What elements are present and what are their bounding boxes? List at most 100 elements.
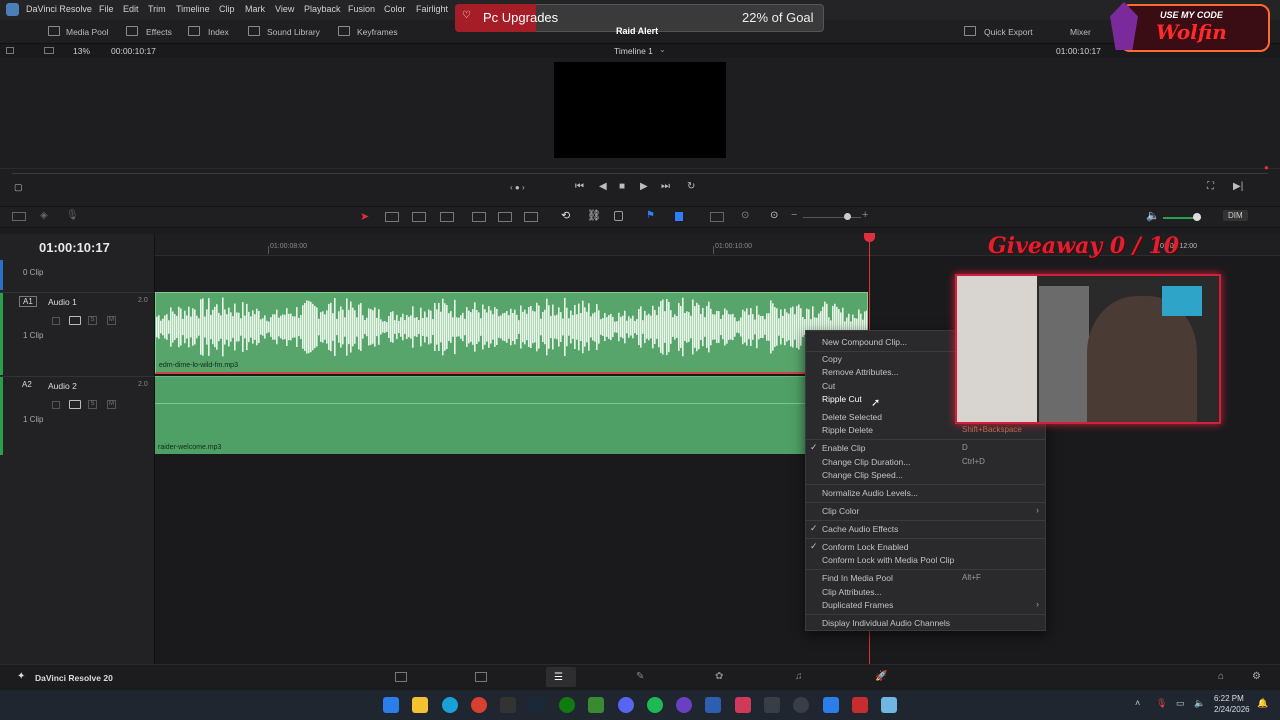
media-page-icon[interactable] xyxy=(395,672,407,682)
settings-gear-icon[interactable]: ⚙ xyxy=(1252,671,1261,682)
step-back-icon[interactable]: ◀ xyxy=(599,181,607,192)
effects-button[interactable]: Effects xyxy=(146,27,172,37)
windows-start-icon[interactable] xyxy=(383,697,399,713)
vivaldi-icon[interactable] xyxy=(471,697,487,713)
scrubber-track[interactable] xyxy=(12,173,1268,174)
clock-date[interactable]: 2/24/2026 xyxy=(1214,705,1250,714)
next-edit-icon[interactable]: ▶| xyxy=(1233,181,1243,192)
custom-zoom-icon[interactable]: ⊙ xyxy=(770,210,778,221)
track-a2-lock-icon[interactable] xyxy=(52,401,60,409)
notification-bell-icon[interactable]: 🔔 xyxy=(1257,698,1268,709)
microphone-icon[interactable]: 🎙 xyxy=(66,210,79,221)
mixer-button[interactable]: Mixer xyxy=(1070,27,1091,37)
audio-clip-a1[interactable]: edm-dime-lo-wild-fm.mp3 xyxy=(155,292,868,374)
fusion-page-icon[interactable]: ✎ xyxy=(636,671,644,682)
terminal-icon[interactable] xyxy=(500,697,516,713)
app-icon[interactable] xyxy=(852,697,868,713)
menu-item-remove-attributes[interactable]: Remove Attributes... xyxy=(822,367,899,377)
app-icon[interactable] xyxy=(735,697,751,713)
menu-mark[interactable]: Mark xyxy=(245,4,265,14)
zoom-slider[interactable] xyxy=(803,217,861,218)
selection-tool-icon[interactable]: ➤ xyxy=(360,210,369,223)
lock-icon[interactable] xyxy=(614,211,623,221)
media-pool-button[interactable]: Media Pool xyxy=(66,27,109,37)
menu-item-change-speed[interactable]: Change Clip Speed... xyxy=(822,470,903,480)
menu-item-change-duration[interactable]: Change Clip Duration... xyxy=(822,457,910,467)
menu-item-conform-lock-media-pool[interactable]: Conform Lock with Media Pool Clip xyxy=(822,555,954,565)
playhead-handle[interactable] xyxy=(864,233,875,242)
edge-icon[interactable] xyxy=(442,697,458,713)
dynamic-trim-icon[interactable] xyxy=(412,212,426,222)
discord-icon[interactable] xyxy=(618,697,634,713)
track-a1-mute-icon[interactable]: M xyxy=(107,316,116,325)
menu-edit[interactable]: Edit xyxy=(123,4,139,14)
loop-icon[interactable]: ↻ xyxy=(687,181,695,192)
app-icon[interactable] xyxy=(823,697,839,713)
tray-chevron-icon[interactable]: ˄ xyxy=(1135,698,1140,708)
detail-zoom-icon[interactable]: ⊙ xyxy=(741,210,749,221)
menu-item-cut[interactable]: Cut xyxy=(822,381,835,391)
track-a1-lock-icon[interactable] xyxy=(52,317,60,325)
track-a2-mute-icon[interactable]: M xyxy=(107,400,116,409)
deliver-page-icon[interactable]: 🚀 xyxy=(875,671,887,682)
link-icon[interactable]: ⛓ xyxy=(587,209,601,222)
menu-file[interactable]: File xyxy=(99,4,114,14)
zoom-slider-handle[interactable] xyxy=(844,213,851,220)
jog-control-icon[interactable]: ‹ ● › xyxy=(510,183,525,192)
replace-clip-icon[interactable] xyxy=(524,212,538,222)
color-page-icon[interactable]: ✿ xyxy=(715,671,723,682)
network-icon[interactable]: ▭ xyxy=(1176,698,1185,709)
track-a1-solo-icon[interactable]: S xyxy=(88,316,97,325)
zoom-in-icon[interactable]: + xyxy=(862,209,868,221)
menu-color[interactable]: Color xyxy=(384,4,406,14)
app-icon[interactable] xyxy=(881,697,897,713)
clip-view-icon[interactable] xyxy=(44,47,54,54)
index-button[interactable]: Index xyxy=(208,27,229,37)
flag-icon[interactable]: ⚑ xyxy=(646,210,655,221)
marker-icon[interactable] xyxy=(675,212,683,221)
zoom-level[interactable]: 13% xyxy=(73,46,90,56)
cut-page-icon[interactable] xyxy=(475,672,487,682)
keyframes-button[interactable]: Keyframes xyxy=(357,27,398,37)
scrubber-playhead-icon[interactable]: ● xyxy=(1264,163,1269,172)
audio-clip-a2[interactable]: raider-welcome.mp3 xyxy=(155,376,805,454)
layout-icon[interactable] xyxy=(6,47,14,54)
menu-item-clip-attributes[interactable]: Clip Attributes... xyxy=(822,587,882,597)
menu-fusion[interactable]: Fusion xyxy=(348,4,375,14)
stop-icon[interactable]: ■ xyxy=(619,181,625,192)
go-to-end-icon[interactable]: ⏭ xyxy=(661,181,670,192)
mic-tray-icon[interactable]: 🎙 xyxy=(1156,698,1167,709)
davinci-taskbar-icon[interactable] xyxy=(764,697,780,713)
home-icon[interactable]: ⌂ xyxy=(1218,671,1224,682)
full-extent-zoom-icon[interactable] xyxy=(710,212,724,222)
app-icon[interactable] xyxy=(705,697,721,713)
speaker-icon[interactable]: 🔈 xyxy=(1146,209,1160,222)
go-to-start-icon[interactable]: ⏮ xyxy=(575,181,584,192)
menu-item-new-compound-clip[interactable]: New Compound Clip... xyxy=(822,337,907,347)
menu-item-enable-clip[interactable]: Enable Clip xyxy=(822,443,865,453)
xbox-icon[interactable] xyxy=(559,697,575,713)
steam-icon[interactable] xyxy=(529,697,545,713)
menu-clip[interactable]: Clip xyxy=(219,4,235,14)
insert-clip-icon[interactable] xyxy=(472,212,486,222)
clock-time[interactable]: 6:22 PM xyxy=(1214,694,1244,703)
app-icon[interactable] xyxy=(676,697,692,713)
viewer-frame[interactable] xyxy=(554,62,726,158)
track-a2-id[interactable]: A2 xyxy=(19,380,35,389)
volume-tray-icon[interactable]: 🔈 xyxy=(1194,698,1205,709)
file-explorer-icon[interactable] xyxy=(412,697,428,713)
track-a1-header[interactable]: A1 Audio 1 2.0 S M 1 Clip xyxy=(0,292,155,375)
timeline-name[interactable]: Timeline 1 xyxy=(614,46,653,56)
menu-timeline[interactable]: Timeline xyxy=(176,4,210,14)
menu-item-cache-audio-effects[interactable]: Cache Audio Effects xyxy=(822,524,898,534)
menu-item-ripple-delete[interactable]: Ripple Delete xyxy=(822,425,873,435)
menu-view[interactable]: View xyxy=(275,4,294,14)
menu-item-ripple-cut[interactable]: Ripple Cut xyxy=(822,394,862,404)
menu-fairlight[interactable]: Fairlight xyxy=(416,4,448,14)
timeline-view-options-icon[interactable] xyxy=(12,212,26,221)
fairlight-page-icon[interactable]: ♫ xyxy=(795,671,803,682)
effects-overlay-icon[interactable]: ◈ xyxy=(40,210,48,221)
blade-tool-icon[interactable] xyxy=(440,212,454,222)
track-a1-autoselect-icon[interactable] xyxy=(69,316,81,325)
minecraft-icon[interactable] xyxy=(588,697,604,713)
